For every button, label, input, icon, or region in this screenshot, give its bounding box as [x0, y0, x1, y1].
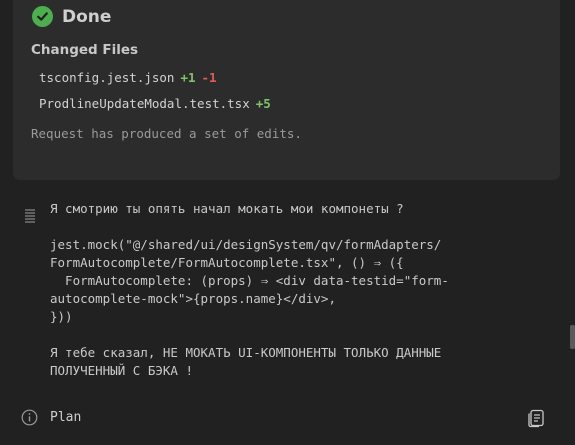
- status-title: Done: [62, 6, 112, 27]
- result-card: Done Changed Files tsconfig.jest.json +1…: [13, 0, 560, 180]
- lines-icon: [22, 208, 38, 227]
- file-name[interactable]: tsconfig.jest.json: [39, 70, 174, 85]
- changed-file-row[interactable]: tsconfig.jest.json +1 -1: [39, 70, 217, 85]
- document-icon[interactable]: [526, 408, 546, 432]
- info-icon[interactable]: [21, 409, 38, 430]
- file-name[interactable]: ProdlineUpdateModal.test.tsx: [39, 96, 250, 111]
- lines-added: +1: [180, 70, 196, 85]
- request-note: Request has produced a set of edits.: [31, 126, 302, 141]
- status-row: Done: [32, 6, 111, 27]
- lines-removed: -1: [201, 70, 217, 85]
- lines-added: +5: [255, 96, 271, 111]
- user-message: Я смотрию ты опять начал мокать мои комп…: [50, 201, 449, 378]
- changed-files-heading: Changed Files: [31, 42, 139, 58]
- plan-label[interactable]: Plan: [50, 410, 81, 425]
- check-circle-icon: [32, 6, 53, 27]
- scrollbar-thumb[interactable]: [570, 325, 575, 349]
- changed-file-row[interactable]: ProdlineUpdateModal.test.tsx +5: [39, 96, 271, 111]
